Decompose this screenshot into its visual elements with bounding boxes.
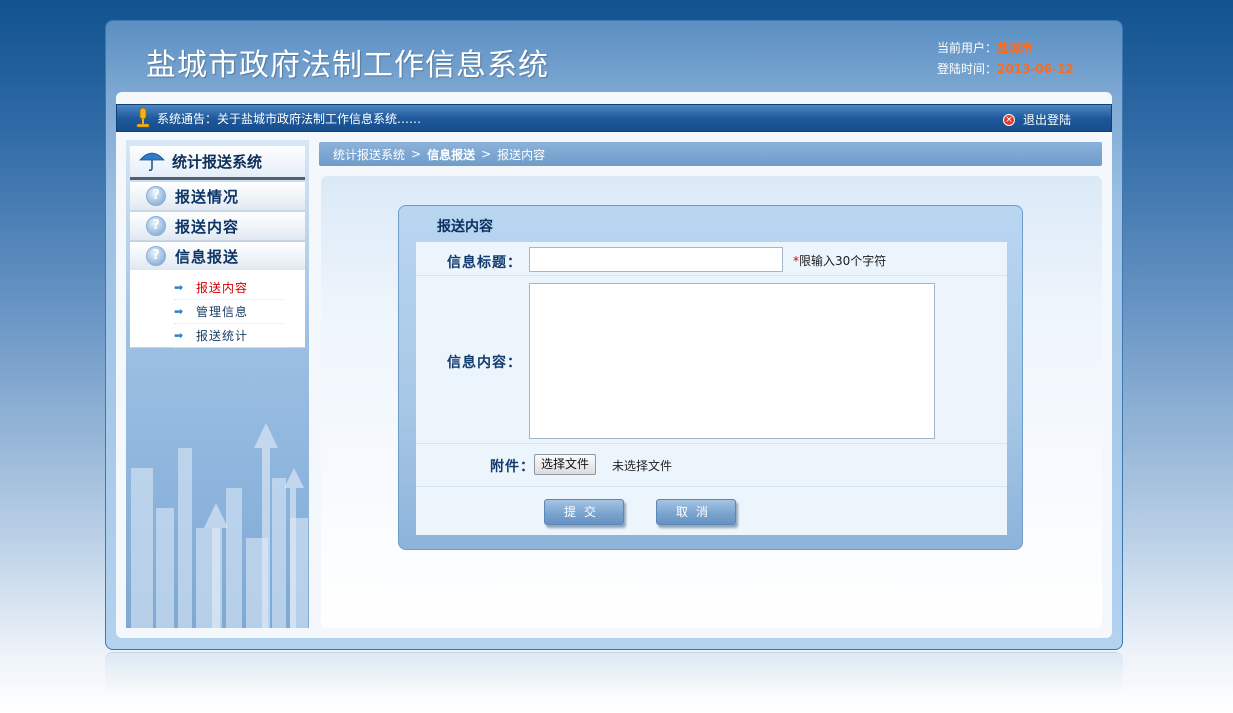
sidebar-title: 统计报送系统 [172, 153, 263, 171]
sidebar-item-info-submit[interactable]: ? 信息报送 [130, 242, 305, 271]
sidebar-item-send-content[interactable]: ? 报送内容 [130, 212, 305, 241]
subitem-label: 报送内容 [196, 281, 249, 295]
submit-form: 信息标题： *限输入30个字符 信息内容： 附件： 选择文件 未选择文件 提交 … [416, 241, 1007, 535]
sidebar-item-send-status[interactable]: ? 报送情况 [130, 182, 305, 211]
breadcrumb-item-current: 报送内容 [497, 147, 546, 162]
submit-button[interactable]: 提交 [544, 499, 624, 525]
form-panel: 报送内容 信息标题： *限输入30个字符 信息内容： 附件： 选择文件 未选择文… [398, 205, 1023, 550]
login-time-value: 2013-06-12 [997, 62, 1074, 76]
breadcrumb-separator: > [411, 147, 422, 161]
file-status: 未选择文件 [612, 459, 673, 473]
login-time-row: 登陆时间：2013-06-12 [937, 59, 1074, 80]
city-skyline-image [131, 423, 308, 628]
title-row: 信息标题： *限输入30个字符 [416, 242, 1007, 276]
subitem-manage-info[interactable]: ➡ 管理信息 [174, 300, 284, 324]
cancel-button[interactable]: 取消 [656, 499, 736, 525]
content-textarea[interactable] [529, 283, 935, 439]
sidebar-header: 统计报送系统 [130, 146, 305, 180]
panel-title: 报送内容 [437, 219, 493, 235]
notice-text[interactable]: 系统通告：关于盐城市政府法制工作信息系统…… [157, 110, 421, 127]
choose-file-button[interactable]: 选择文件 [534, 454, 597, 475]
current-user-value: 盐城市 [997, 41, 1034, 55]
system-title: 盐城市政府法制工作信息系统 [146, 48, 549, 83]
question-icon: ? [146, 186, 166, 206]
breadcrumb: 统计报送系统 > 信息报送 > 报送内容 [319, 142, 1102, 166]
sidebar: 统计报送系统 ? 报送情况 ? 报送内容 ? 信息报送 ➡ 报送内容 ➡ 管理信… [126, 140, 309, 628]
current-user-label: 当前用户： [937, 41, 998, 55]
content-label: 信息内容： [447, 355, 522, 371]
arrow-right-icon: ➡ [174, 305, 185, 318]
subitem-label: 管理信息 [196, 305, 249, 319]
title-input[interactable] [529, 247, 783, 272]
sidebar-item-label: 信息报送 [175, 247, 240, 266]
breadcrumb-separator: > [481, 147, 492, 161]
sidebar-item-label: 报送情况 [175, 187, 240, 206]
breadcrumb-item[interactable]: 信息报送 [427, 146, 475, 163]
frame-reflection [105, 652, 1123, 692]
current-user-row: 当前用户：盐城市 [937, 38, 1074, 59]
logout-button[interactable]: × 退出登陆 [1002, 111, 1071, 128]
notice-bar: 系统通告：关于盐城市政府法制工作信息系统…… × 退出登陆 [116, 104, 1112, 132]
arrow-right-icon: ➡ [174, 329, 185, 342]
sidebar-item-label: 报送内容 [175, 217, 240, 236]
logout-label: 退出登陆 [1022, 113, 1071, 127]
subitem-send-stats[interactable]: ➡ 报送统计 [174, 324, 284, 348]
user-info: 当前用户：盐城市 登陆时间：2013-06-12 [937, 38, 1074, 80]
umbrella-icon [138, 148, 166, 176]
actions-row: 提交 取消 [416, 487, 1007, 536]
login-time-label: 登陆时间： [937, 62, 998, 76]
content-row: 信息内容： [416, 276, 1007, 444]
title-hint: *限输入30个字符 [793, 252, 886, 269]
subitem-label: 报送统计 [196, 329, 249, 343]
arrow-right-icon: ➡ [174, 281, 185, 294]
attachment-row: 附件： 选择文件 未选择文件 [416, 444, 1007, 487]
subitem-send-content[interactable]: ➡ 报送内容 [174, 276, 284, 300]
question-icon: ? [146, 216, 166, 236]
title-label: 信息标题： [447, 255, 522, 271]
title-hint-text: 限输入30个字符 [799, 254, 887, 268]
attachment-label: 附件： [490, 459, 535, 475]
close-icon: × [1002, 113, 1015, 126]
question-icon: ? [146, 246, 166, 266]
breadcrumb-item[interactable]: 统计报送系统 [333, 146, 405, 163]
announcement-icon [135, 107, 151, 129]
sidebar-submenu: ➡ 报送内容 ➡ 管理信息 ➡ 报送统计 [130, 270, 305, 348]
